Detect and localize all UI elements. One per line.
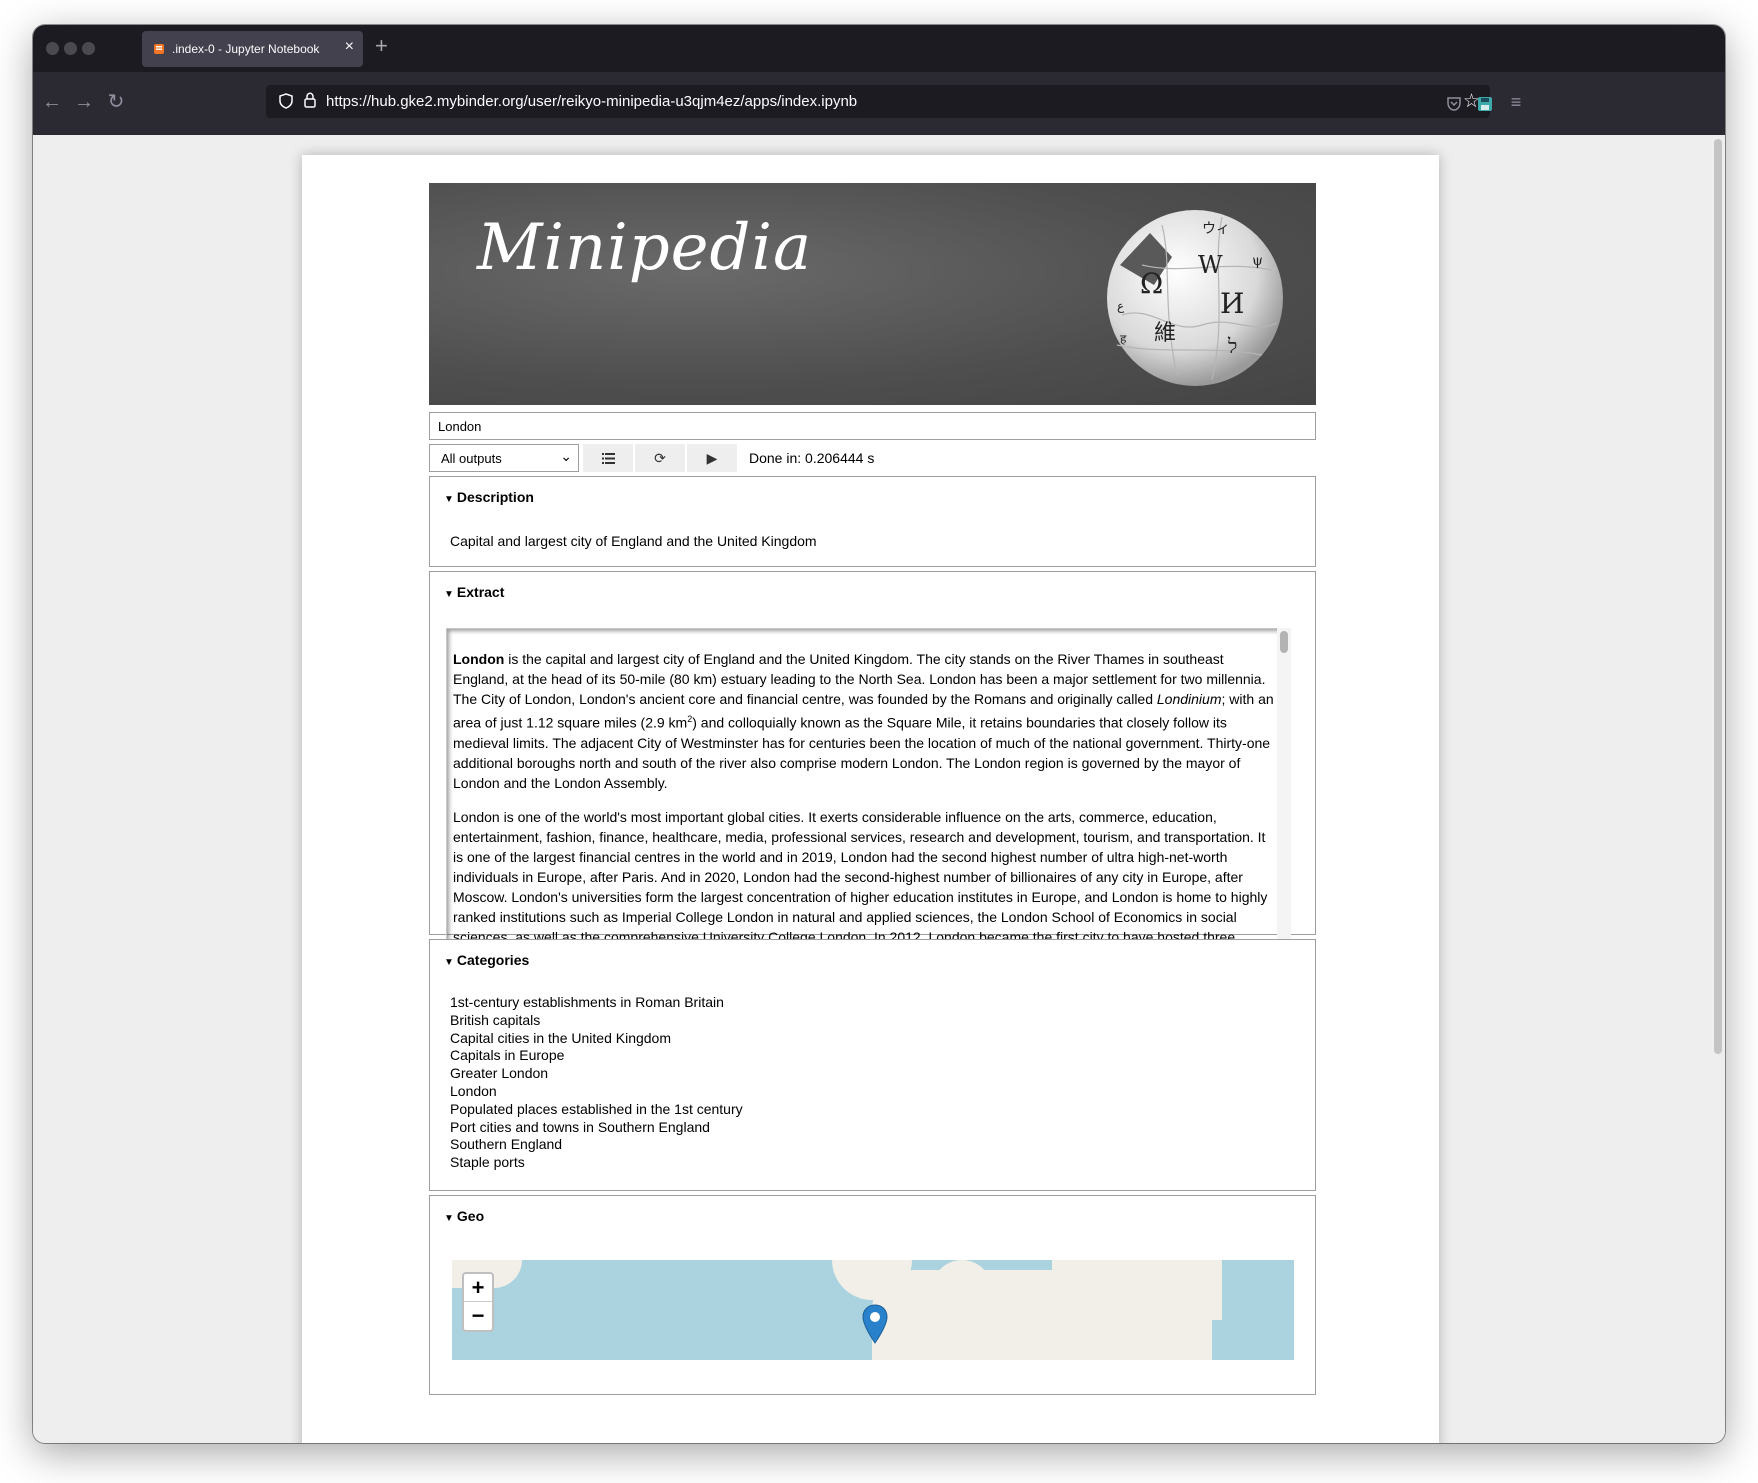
description-heading: Description (456, 489, 534, 505)
forward-icon[interactable]: → (73, 91, 95, 113)
category-item: 1st-century establishments in Roman Brit… (450, 994, 724, 1010)
page-scrollbar[interactable] (1714, 139, 1722, 1054)
svg-text:ל: ל (1227, 334, 1237, 358)
menu-icon[interactable]: ≡ (1505, 91, 1527, 113)
map-land (932, 1260, 992, 1330)
category-item: Populated places established in the 1st … (450, 1100, 743, 1117)
title-bar: .index-0 - Jupyter Notebook × + (33, 25, 1725, 72)
svg-text:ह: ह (1120, 332, 1127, 346)
close-window-button[interactable] (46, 42, 59, 55)
svg-text:Ω: Ω (1140, 267, 1163, 300)
caret-down-icon: ▼ (444, 1213, 454, 1224)
zoom-window-button[interactable] (82, 42, 95, 55)
geo-map[interactable]: + − (452, 1260, 1294, 1360)
categories-list: 1st-century establishments in Roman Brit… (450, 994, 743, 1172)
shield-icon[interactable] (279, 93, 293, 109)
category-item: Staple ports (450, 1154, 525, 1171)
svg-text:ウィ: ウィ (1202, 221, 1230, 237)
minimize-window-button[interactable] (64, 42, 77, 55)
restart-kernel-button[interactable]: ⟳ (635, 444, 685, 472)
categories-toggle[interactable]: ▼ Categories (444, 952, 529, 968)
description-toggle[interactable]: ▼ Description (444, 489, 534, 505)
run-button[interactable]: ▶ (687, 444, 737, 472)
lock-icon[interactable] (304, 92, 316, 108)
notebook-controls: All outputs ⌄ ⟳ ▶ Done in: 0.206444 s (429, 444, 1316, 472)
reload-icon[interactable]: ↻ (105, 91, 127, 113)
svg-text:И: И (1220, 287, 1244, 320)
categories-heading: Categories (456, 952, 530, 968)
nav-toolbar: ← → ↻ https://hub.gke2.mybinder.org/user… (33, 72, 1725, 135)
map-marker-icon[interactable] (862, 1304, 888, 1344)
browser-tab[interactable]: .index-0 - Jupyter Notebook × (142, 31, 363, 67)
minipedia-banner: Minipedia Ω W И 維 ל ウィ ψ ع ह (429, 183, 1316, 405)
extract-panel: ▼ Extract London is the capital and large… (429, 571, 1316, 964)
category-item: Southern England (450, 1136, 563, 1153)
jupyter-favicon-icon (154, 44, 164, 54)
scroll-thumb[interactable] (1280, 631, 1288, 653)
category-item: Port cities and towns in Southern Englan… (450, 1118, 710, 1135)
back-icon[interactable]: ← (41, 91, 63, 113)
new-tab-icon[interactable]: + (375, 35, 388, 57)
map-land (1052, 1260, 1222, 1320)
list-icon (601, 453, 615, 464)
search-input[interactable] (429, 412, 1316, 440)
url-text[interactable]: https://hub.gke2.mybinder.org/user/reiky… (326, 93, 857, 110)
extract-toggle[interactable]: ▼ Extract (444, 584, 504, 600)
description-panel: ▼ Description Capital and largest city of… (429, 476, 1316, 567)
extract-scrollbar[interactable] (1277, 628, 1291, 964)
zoom-in-button[interactable]: + (464, 1274, 492, 1302)
extract-paragraph-2: London is one of the world's most import… (453, 808, 1268, 957)
extract-text-area[interactable]: London is the capital and largest city o… (446, 628, 1286, 958)
viewport: Minipedia Ω W И 維 ל ウィ ψ ع ह London All … (33, 135, 1725, 1443)
notebook-page: Minipedia Ω W И 維 ל ウィ ψ ع ह London All … (302, 155, 1439, 1443)
refresh-icon: ⟳ (654, 450, 666, 466)
wikipedia-globe-icon: Ω W И 維 ל ウィ ψ ع ह (1107, 210, 1283, 386)
tab-close-icon[interactable]: × (345, 39, 354, 55)
output-select-value: All outputs (441, 451, 502, 466)
extract-heading: Extract (456, 584, 505, 600)
output-select[interactable]: All outputs ⌄ (429, 444, 579, 472)
category-item: Capital cities in the United Kingdom (450, 1029, 672, 1046)
toggle-outputs-button[interactable] (583, 444, 633, 472)
svg-text:ψ: ψ (1252, 253, 1263, 269)
pocket-icon[interactable] (1446, 97, 1462, 111)
address-bar[interactable]: https://hub.gke2.mybinder.org/user/reiky… (266, 85, 1490, 118)
svg-text:ع: ع (1117, 299, 1125, 313)
category-item: London (450, 1082, 497, 1099)
browser-window: .index-0 - Jupyter Notebook × + ← → ↻ ht… (33, 25, 1725, 1443)
execution-status: Done in: 0.206444 s (749, 450, 875, 466)
category-item: Greater London (450, 1065, 549, 1082)
caret-down-icon: ▼ (444, 494, 454, 505)
extension-save-icon[interactable] (1477, 96, 1493, 112)
play-icon: ▶ (706, 450, 718, 466)
geo-panel: ▼ Geo + − (429, 1195, 1316, 1395)
category-item: Capitals in Europe (450, 1047, 565, 1064)
category-item: British capitals (450, 1011, 541, 1028)
svg-text:W: W (1198, 251, 1223, 279)
chevron-down-icon: ⌄ (560, 448, 572, 464)
categories-panel: ▼ Categories 1st-century establishments i… (429, 939, 1316, 1191)
banner-title: Minipedia (477, 211, 813, 285)
tab-title: .index-0 - Jupyter Notebook (172, 42, 320, 56)
caret-down-icon: ▼ (444, 957, 454, 968)
svg-text:維: 維 (1154, 321, 1176, 346)
zoom-control: + − (462, 1272, 494, 1332)
geo-heading: Geo (456, 1208, 485, 1224)
zoom-out-button[interactable]: − (464, 1302, 492, 1330)
geo-toggle[interactable]: ▼ Geo (444, 1208, 484, 1224)
description-text: Capital and largest city of England and … (450, 533, 817, 549)
extract-paragraph-1: London is the capital and largest city o… (453, 651, 1274, 791)
caret-down-icon: ▼ (444, 589, 454, 600)
